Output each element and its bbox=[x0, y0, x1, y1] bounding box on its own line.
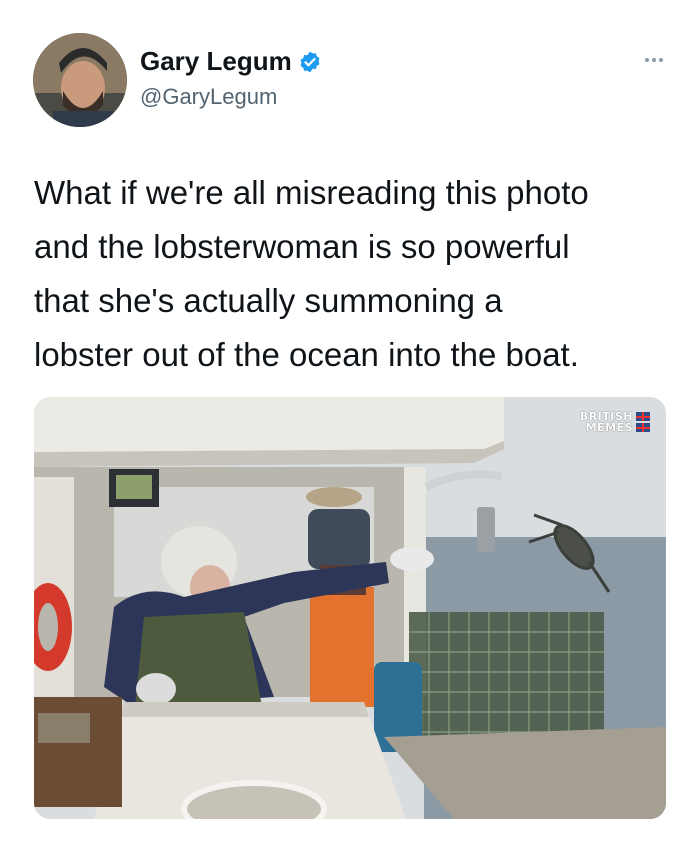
author-display-name[interactable]: Gary Legum bbox=[140, 46, 292, 77]
watermark-line-2: MEMES bbox=[585, 421, 633, 434]
tweet-text: What if we're all misreading this photo … bbox=[34, 174, 589, 373]
more-options-icon[interactable] bbox=[636, 48, 672, 72]
avatar[interactable] bbox=[33, 33, 127, 127]
author-handle[interactable]: @GaryLegum bbox=[140, 84, 277, 110]
avatar-image bbox=[33, 33, 127, 127]
author-name-row: Gary Legum bbox=[140, 46, 322, 77]
verified-badge-icon bbox=[300, 51, 320, 72]
tweet-card: Gary Legum @GaryLegum What if we're all … bbox=[0, 0, 700, 842]
uk-flag-icon bbox=[636, 412, 650, 421]
uk-flag-icon bbox=[636, 423, 650, 432]
watermark: BRITISH MEMES bbox=[580, 411, 650, 433]
tweet-photo[interactable]: BRITISH MEMES bbox=[34, 397, 666, 819]
lobster-boat-photo bbox=[34, 397, 666, 819]
